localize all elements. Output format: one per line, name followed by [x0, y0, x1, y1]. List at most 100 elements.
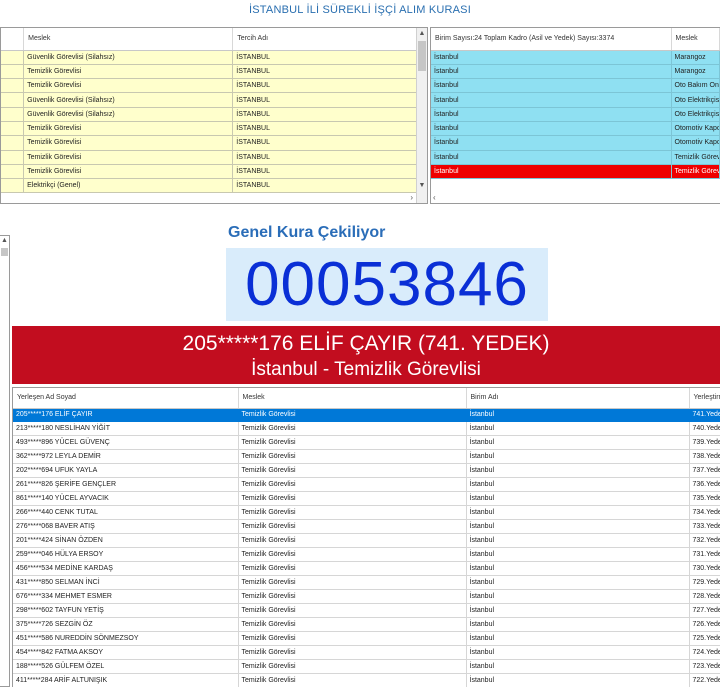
cell-tercih[interactable]: İSTANBUL: [232, 50, 427, 65]
column-header-tercih[interactable]: Tercih Adı: [232, 28, 427, 51]
scroll-up-arrow-icon[interactable]: ▲: [417, 28, 427, 39]
cell-meslek[interactable]: Temizlik Görevlisi: [23, 78, 234, 94]
cell-meslek[interactable]: Temizlik Görevlisi: [238, 505, 467, 521]
table-row[interactable]: Güvenlik Görevlisi (Silahsız) İSTANBUL: [1, 92, 427, 108]
table-row[interactable]: 213*****180 NESLİHAN YİĞİT Temizlik Görev…: [13, 421, 720, 437]
table-row[interactable]: 493*****896 YÜCEL GÜVENÇ Temizlik Görevli…: [13, 435, 720, 451]
cell-meslek[interactable]: Temizlik Görevlisi: [238, 519, 467, 535]
table-row[interactable]: 261*****826 ŞERİFE GENÇLER Temizlik Görev…: [13, 477, 720, 493]
cell-birim-adi[interactable]: İstanbul: [466, 617, 690, 632]
table-row[interactable]: İstanbul Oto Elektrikçisi: [431, 107, 720, 122]
table-row[interactable]: 375*****726 SEZGİN ÖZ Temizlik Görevlisi İ…: [13, 617, 720, 632]
cell-birim-adi[interactable]: İstanbul: [466, 477, 690, 493]
table-row[interactable]: Elektrikçi (Genel) İSTANBUL: [1, 178, 427, 194]
left-side-panel-scrollbar[interactable]: ▲: [0, 235, 10, 687]
cell-tercih[interactable]: İSTANBUL: [232, 107, 427, 122]
row-selector[interactable]: [1, 150, 25, 165]
cell-tercih[interactable]: İSTANBUL: [232, 178, 427, 194]
row-selector[interactable]: [1, 92, 25, 108]
cell-birim[interactable]: İstanbul: [431, 64, 672, 80]
scroll-down-arrow-icon[interactable]: ▼: [417, 180, 427, 191]
cell-meslek[interactable]: Temizlik Görevlisi: [238, 631, 467, 646]
cell-meslek[interactable]: Güvenlik Görevlisi (Silahsız): [23, 50, 234, 65]
cell-meslek[interactable]: Temizlik Görevl: [671, 164, 720, 180]
cell-yerlestirme[interactable]: 733.Yedek: [689, 519, 720, 535]
cell-ad-soyad[interactable]: 411*****284 ARİF ALTUNIŞIK: [13, 673, 239, 687]
cell-meslek[interactable]: Temizlik Görevlisi: [238, 673, 467, 687]
cell-birim-adi[interactable]: İstanbul: [466, 449, 690, 465]
table-row[interactable]: İstanbul Marangoz: [431, 50, 720, 65]
table-row[interactable]: 431*****850 SELMAN İNCİ Temizlik Görevlis…: [13, 575, 720, 590]
cell-birim[interactable]: İstanbul: [431, 135, 672, 151]
table-row[interactable]: Temizlik Görevlisi İSTANBUL: [1, 78, 427, 94]
table-row[interactable]: 454*****842 FATMA AKSOY Temizlik Görevlis…: [13, 645, 720, 660]
cell-yerlestirme[interactable]: 736.Yedek: [689, 477, 720, 493]
table-row[interactable]: İstanbulOto Bakım Onarı: [431, 78, 720, 94]
cell-yerlestirme[interactable]: 727.Yedek: [689, 603, 720, 618]
cell-birim[interactable]: İstanbul: [431, 78, 672, 94]
cell-ad-soyad[interactable]: 261*****826 ŞERİFE GENÇLER: [13, 477, 239, 493]
cell-meslek[interactable]: Temizlik Görevlisi: [238, 533, 467, 549]
cell-ad-soyad[interactable]: 456*****534 MEDİNE KARDAŞ: [13, 561, 239, 576]
scroll-thumb[interactable]: [418, 41, 426, 71]
table-row[interactable]: 188*****526 GÜLFEM ÖZEL Temizlik Görevlis…: [13, 659, 720, 674]
cell-birim-adi[interactable]: İstanbul: [466, 589, 690, 604]
table-row[interactable]: 201*****424 SİNAN ÖZDEN Temizlik Görevlis…: [13, 533, 720, 549]
column-header-birim-adi[interactable]: Birim Adı: [466, 388, 690, 409]
cell-yerlestirme[interactable]: 730.Yedek: [689, 561, 720, 576]
cell-yerlestirme[interactable]: 738.Yedek: [689, 449, 720, 465]
table-row[interactable]: 266*****440 CENK TUTAL Temizlik Görevlisi…: [13, 505, 720, 521]
table-row[interactable]: İstanbul Otomotiv Kapor: [431, 121, 720, 137]
cell-yerlestirme[interactable]: 725.Yedek: [689, 631, 720, 646]
cell-birim[interactable]: İstanbul: [431, 121, 672, 137]
profession-preference-grid[interactable]: Meslek Tercih Adı Güvenlik Görevlisi (Si…: [0, 27, 428, 204]
table-row[interactable]: Temizlik Görevlisi İSTANBUL: [1, 64, 427, 80]
cell-meslek[interactable]: Oto Elektrikçisi: [671, 92, 720, 108]
cell-ad-soyad[interactable]: 454*****842 FATMA AKSOY: [13, 645, 239, 660]
cell-ad-soyad[interactable]: 451*****586 NUREDDİN SÖNMEZSOY: [13, 631, 239, 646]
cell-yerlestirme[interactable]: 723.Yedek: [689, 659, 720, 674]
table-row[interactable]: Güvenlik Görevlisi (Silahsız) İSTANBUL: [1, 107, 427, 122]
table-row[interactable]: Güvenlik Görevlisi (Silahsız) İSTANBUL: [1, 50, 427, 65]
cell-meslek[interactable]: Otomotiv Kapor: [671, 135, 720, 151]
cell-ad-soyad[interactable]: 861*****140 YÜCEL AYVACIK: [13, 491, 239, 507]
cell-ad-soyad[interactable]: 259*****046 HÜLYA ERSOY: [13, 547, 239, 562]
cell-meslek[interactable]: Oto Elektrikçisi: [671, 107, 720, 122]
column-header-yerlestirme[interactable]: Yerleştirm: [689, 388, 720, 409]
cell-yerlestirme[interactable]: 734.Yedek: [689, 505, 720, 521]
row-selector[interactable]: [1, 178, 25, 194]
cell-meslek[interactable]: Temizlik Görevlisi: [238, 589, 467, 604]
cell-tercih[interactable]: İSTANBUL: [232, 78, 427, 94]
scroll-left-arrow-icon[interactable]: ‹: [433, 193, 436, 202]
cell-meslek[interactable]: Temizlik Görevlisi: [23, 64, 234, 80]
table-row-highlighted[interactable]: İstanbul Temizlik Görevl: [431, 164, 720, 180]
cell-meslek[interactable]: Temizlik Görevlisi: [238, 421, 467, 437]
cell-birim-adi[interactable]: İstanbul: [466, 408, 690, 423]
cell-yerlestirme[interactable]: 729.Yedek: [689, 575, 720, 590]
table-row[interactable]: 861*****140 YÜCEL AYVACIK Temizlik Görevl…: [13, 491, 720, 507]
cell-yerlestirme[interactable]: 735.Yedek: [689, 491, 720, 507]
cell-birim-adi[interactable]: İstanbul: [466, 561, 690, 576]
table-row[interactable]: 676*****334 MEHMET ESMER Temizlik Görevli…: [13, 589, 720, 604]
cell-meslek[interactable]: Temizlik Görevlisi: [238, 575, 467, 590]
cell-yerlestirme[interactable]: 731.Yedek: [689, 547, 720, 562]
cell-birim-adi[interactable]: İstanbul: [466, 491, 690, 507]
table-row[interactable]: Temizlik Görevlisi İSTANBUL: [1, 121, 427, 137]
cell-birim-adi[interactable]: İstanbul: [466, 631, 690, 646]
cell-tercih[interactable]: İSTANBUL: [232, 64, 427, 80]
cell-meslek[interactable]: Temizlik Görevlisi: [238, 645, 467, 660]
cell-yerlestirme[interactable]: 728.Yedek: [689, 589, 720, 604]
cell-birim-adi[interactable]: İstanbul: [466, 603, 690, 618]
cell-yerlestirme[interactable]: 737.Yedek: [689, 463, 720, 479]
cell-meslek[interactable]: Temizlik Görevlisi: [238, 561, 467, 576]
cell-meslek[interactable]: Temizlik Görevlisi: [238, 547, 467, 562]
cell-meslek[interactable]: Temizlik Görevlisi: [238, 491, 467, 507]
cell-ad-soyad[interactable]: 493*****896 YÜCEL GÜVENÇ: [13, 435, 239, 451]
cell-ad-soyad[interactable]: 188*****526 GÜLFEM ÖZEL: [13, 659, 239, 674]
cell-meslek[interactable]: Temizlik Görevlisi: [23, 164, 234, 180]
cell-yerlestirme[interactable]: 739.Yedek: [689, 435, 720, 451]
table-row[interactable]: 259*****046 HÜLYA ERSOY Temizlik Görevlis…: [13, 547, 720, 562]
placement-results-grid[interactable]: Yerleşen Ad Soyad Meslek Birim Adı Yerle…: [12, 387, 720, 687]
scroll-right-arrow-icon[interactable]: ›: [410, 193, 413, 202]
row-selector[interactable]: [1, 121, 25, 137]
